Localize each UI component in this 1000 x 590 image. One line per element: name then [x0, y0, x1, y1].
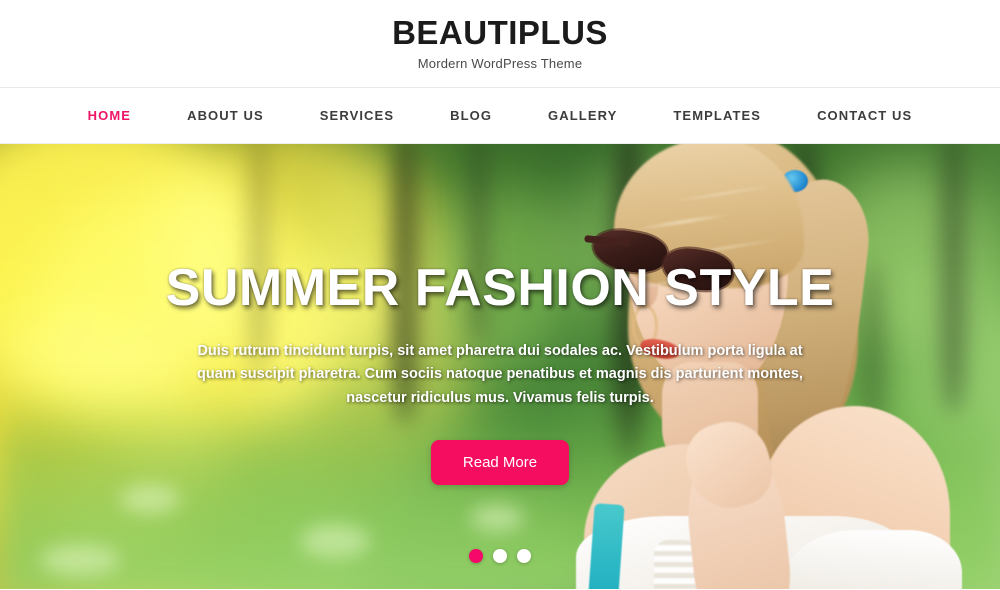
slider-pagination	[0, 549, 1000, 563]
nav-item-gallery[interactable]: GALLERY	[520, 108, 645, 123]
read-more-button[interactable]: Read More	[430, 440, 570, 486]
nav-list: HOME ABOUT US SERVICES BLOG GALLERY TEMP…	[60, 108, 941, 123]
page-root: BEAUTIPLUS Mordern WordPress Theme HOME …	[0, 0, 1000, 590]
site-tagline: Mordern WordPress Theme	[417, 56, 583, 72]
nav-item-contact-us[interactable]: CONTACT US	[789, 108, 940, 123]
nav-item-about-us[interactable]: ABOUT US	[159, 108, 292, 123]
slider-dot-3[interactable]	[517, 549, 531, 563]
site-header: BEAUTIPLUS Mordern WordPress Theme	[0, 0, 1000, 88]
nav-item-services[interactable]: SERVICES	[292, 108, 422, 123]
slider-dot-2[interactable]	[493, 549, 507, 563]
hero-title: SUMMER FASHION STYLE	[165, 259, 835, 317]
site-title: BEAUTIPLUS	[392, 13, 608, 51]
hero-slider: SUMMER FASHION STYLE Duis rutrum tincidu…	[0, 144, 1000, 589]
nav-item-home[interactable]: HOME	[60, 108, 159, 123]
main-navigation: HOME ABOUT US SERVICES BLOG GALLERY TEMP…	[0, 88, 1000, 144]
hero-description: Duis rutrum tincidunt turpis, sit amet p…	[197, 343, 803, 406]
slider-dot-1[interactable]	[469, 549, 483, 563]
nav-item-templates[interactable]: TEMPLATES	[645, 108, 789, 123]
nav-item-blog[interactable]: BLOG	[422, 108, 520, 123]
hero-content: SUMMER FASHION STYLE Duis rutrum tincidu…	[0, 144, 1000, 589]
